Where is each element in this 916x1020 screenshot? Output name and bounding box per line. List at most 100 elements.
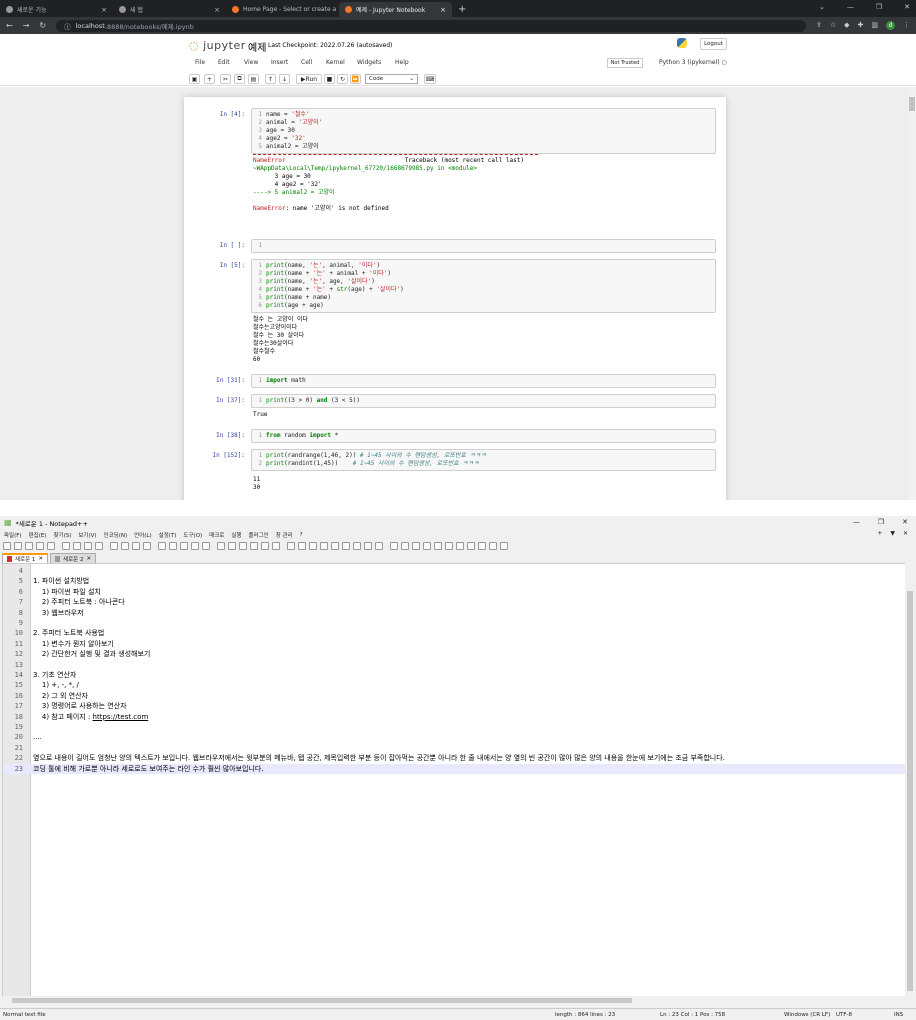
notepad-menu-item[interactable]: 파일(F): [4, 531, 22, 539]
minimize-icon[interactable]: —: [847, 3, 854, 11]
toolbar-button-icon[interactable]: [143, 541, 151, 550]
toolbar-button-icon[interactable]: [401, 541, 409, 550]
horizontal-scrollbar[interactable]: [2, 996, 906, 1004]
trust-indicator[interactable]: Not Trusted: [607, 58, 643, 68]
browser-tab-new-tab[interactable]: 새 탭 ×: [113, 2, 226, 17]
notebook-name[interactable]: 예제: [248, 39, 266, 54]
toolbar-button-icon[interactable]: [287, 541, 295, 550]
notepad-tab-2[interactable]: 새로운 2 ✕: [50, 553, 97, 563]
notepad-menu-item[interactable]: 창 관리: [276, 531, 293, 539]
toolbar-button-icon[interactable]: [202, 541, 210, 550]
toolbar-button-icon[interactable]: [239, 541, 247, 550]
notepad-menu-item[interactable]: 언어(L): [134, 531, 151, 539]
browser-tab-new-features[interactable]: 새로운 기능 ×: [0, 2, 113, 17]
menu-view[interactable]: View: [244, 59, 258, 66]
fast-forward-icon[interactable]: ⏩: [350, 74, 361, 84]
insert-cell-icon[interactable]: +: [204, 74, 215, 84]
toolbar-button-icon[interactable]: [250, 541, 258, 550]
hyperlink[interactable]: https://test.com: [93, 713, 149, 721]
move-up-icon[interactable]: ↑: [265, 74, 276, 84]
toolbar-button-icon[interactable]: [434, 541, 442, 550]
vertical-scrollbar[interactable]: [905, 563, 915, 1003]
menu-kernel[interactable]: Kernel: [326, 59, 345, 66]
paste-icon[interactable]: ▤: [248, 74, 259, 84]
browser-tab-home-page[interactable]: Home Page - Select or create a×: [226, 2, 339, 17]
scrollbar-thumb[interactable]: [907, 591, 913, 991]
code-cell[interactable]: 1 from random import *: [251, 429, 716, 443]
copy-icon[interactable]: ⧉: [234, 74, 245, 84]
notepad-menu-item[interactable]: 플러그인: [248, 531, 268, 539]
menu-widgets[interactable]: Widgets: [357, 59, 381, 66]
jupyter-logo[interactable]: ◌ jupyter: [189, 39, 246, 52]
back-icon[interactable]: ←: [6, 21, 13, 30]
run-button[interactable]: ▶ Run: [296, 74, 322, 84]
dropdown-icon[interactable]: ▼: [890, 530, 895, 537]
code-cell[interactable]: 1 name = '철수' 2 animal = '고양이' 3 age = 30 4 age…: [251, 108, 716, 154]
code-cell[interactable]: 1 print(name, '는', animal, '이다') 2 print(na…: [251, 259, 716, 313]
toolbar-button-icon[interactable]: [500, 541, 508, 550]
toolbar-button-icon[interactable]: [375, 541, 383, 550]
logout-button[interactable]: Logout: [700, 38, 727, 50]
close-icon[interactable]: ✕: [86, 556, 91, 562]
profile-avatar[interactable]: d: [886, 21, 895, 30]
cut-icon[interactable]: ✂: [220, 74, 231, 84]
toolbar-button-icon[interactable]: [331, 541, 339, 550]
menu-cell[interactable]: Cell: [301, 59, 312, 66]
puzzle-icon[interactable]: ✚: [858, 21, 864, 30]
toolbar-button-icon[interactable]: [309, 541, 317, 550]
restart-icon[interactable]: ↻: [337, 74, 348, 84]
toolbar-button-icon[interactable]: [467, 541, 475, 550]
move-down-icon[interactable]: ↓: [279, 74, 290, 84]
minimize-icon[interactable]: —: [853, 518, 860, 526]
forward-icon[interactable]: →: [23, 21, 30, 30]
notepad-tab-1[interactable]: 새로운 1 ✕: [2, 553, 49, 563]
code-cell[interactable]: 1: [251, 239, 716, 253]
close-icon[interactable]: ×: [101, 6, 107, 14]
restore-icon[interactable]: ❐: [876, 3, 882, 11]
close-icon[interactable]: ×: [440, 6, 446, 14]
code-cell[interactable]: 1 print(randrange(1,46, 2)) # 1~45 사이의 수 …: [251, 449, 716, 471]
toolbar-button-icon[interactable]: [191, 541, 199, 550]
close-icon[interactable]: ✕: [904, 3, 910, 11]
share-icon[interactable]: ⇪: [816, 21, 822, 30]
toolbar-button-icon[interactable]: [14, 541, 22, 550]
text-editor[interactable]: 4 5 1. 파이썬 설치방법 6 1) 파이썬 파일 설치 7 2) 주피터 노트북 …: [2, 563, 906, 1003]
close-icon[interactable]: ✕: [902, 518, 908, 526]
toolbar-button-icon[interactable]: [364, 541, 372, 550]
plus-icon[interactable]: +: [877, 530, 882, 537]
new-tab-button[interactable]: +: [452, 2, 472, 17]
restore-icon[interactable]: ❐: [878, 518, 884, 526]
notepad-menu-item[interactable]: 찾기(S): [53, 531, 71, 539]
close-icon[interactable]: ✕: [903, 530, 908, 537]
toolbar-button-icon[interactable]: [25, 541, 33, 550]
toolbar-button-icon[interactable]: [121, 541, 129, 550]
reload-icon[interactable]: ↻: [39, 21, 46, 30]
toolbar-button-icon[interactable]: [412, 541, 420, 550]
toolbar-button-icon[interactable]: [445, 541, 453, 550]
menu-insert[interactable]: Insert: [271, 59, 288, 66]
notepad-menu-item[interactable]: 인코딩(N): [104, 531, 128, 539]
menu-edit[interactable]: Edit: [218, 59, 230, 66]
close-icon[interactable]: ✕: [38, 556, 43, 562]
toolbar-button-icon[interactable]: [390, 541, 398, 550]
toolbar-button-icon[interactable]: [62, 541, 70, 550]
toolbar-button-icon[interactable]: [169, 541, 177, 550]
more-icon[interactable]: ⋮: [903, 21, 910, 30]
scrollbar-thumb[interactable]: [909, 97, 915, 111]
menu-help[interactable]: Help: [395, 59, 409, 66]
sidebar-icon[interactable]: ▥: [871, 21, 878, 30]
toolbar-button-icon[interactable]: [261, 541, 269, 550]
toolbar-button-icon[interactable]: [228, 541, 236, 550]
toolbar-button-icon[interactable]: [489, 541, 497, 550]
keyboard-icon[interactable]: ⌨: [424, 74, 436, 84]
stop-icon[interactable]: ■: [324, 74, 335, 84]
toolbar-button-icon[interactable]: [478, 541, 486, 550]
notepad-menu-item[interactable]: ?: [300, 532, 303, 538]
notepad-menu-item[interactable]: 매크로: [209, 531, 224, 539]
notepad-menu-item[interactable]: 편집(E): [29, 531, 47, 539]
code-cell[interactable]: 1 import math: [251, 374, 716, 388]
url-input[interactable]: ⓘ localhost:8888/notebooks/예제.ipynb: [56, 19, 806, 32]
code-cell[interactable]: 1 print((3 > 0) and (3 < 5)): [251, 394, 716, 408]
toolbar-button-icon[interactable]: [456, 541, 464, 550]
toolbar-button-icon[interactable]: [342, 541, 350, 550]
